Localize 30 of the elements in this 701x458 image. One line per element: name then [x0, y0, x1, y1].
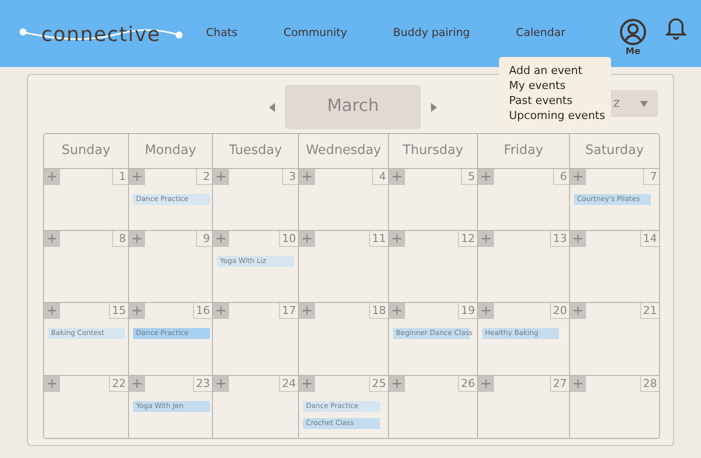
day-number: 2 [196, 169, 212, 185]
day-number: 25 [369, 376, 388, 392]
day-number: 3 [282, 169, 298, 185]
day-number: 14 [640, 231, 659, 247]
day-number: 17 [279, 303, 298, 319]
day-number: 24 [279, 376, 298, 392]
day-number: 5 [461, 169, 477, 185]
day-number: 26 [458, 376, 477, 392]
day-number: 12 [458, 231, 477, 247]
day-number: 7 [643, 169, 659, 185]
day-number: 23 [193, 376, 212, 392]
day-number: 18 [369, 303, 388, 319]
month-title: March [285, 85, 421, 129]
day-number: 8 [112, 231, 128, 247]
day-number: 4 [372, 169, 388, 185]
day-number: 20 [550, 303, 569, 319]
day-number: 28 [640, 376, 659, 392]
day-number: 16 [193, 303, 212, 319]
day-number: 9 [196, 231, 212, 247]
day-number: 22 [109, 376, 128, 392]
day-number: 11 [369, 231, 388, 247]
profile-label: Me [625, 46, 641, 59]
day-number: 19 [458, 303, 477, 319]
day-number: 27 [550, 376, 569, 392]
day-number: 6 [553, 169, 569, 185]
day-number: 13 [550, 231, 569, 247]
day-number: 15 [109, 303, 128, 319]
day-number: 10 [279, 231, 298, 247]
day-number: 1 [112, 169, 128, 185]
day-number: 21 [640, 303, 659, 319]
